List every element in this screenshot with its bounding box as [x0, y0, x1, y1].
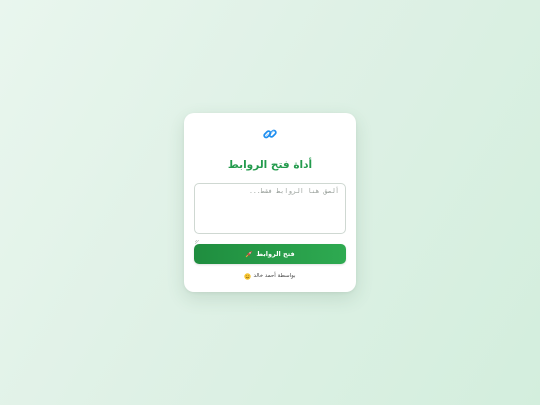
open-links-button-label: فتح الروابط	[256, 250, 295, 258]
page-title: أداة فتح الروابط	[227, 159, 313, 171]
open-links-button[interactable]: فتح الروابط	[194, 244, 346, 264]
link-opener-card: أداة فتح الروابط فتح الروابط بواسطة أحمد…	[184, 113, 356, 292]
credit-text: بواسطة أحمد خالد	[253, 273, 296, 279]
logo	[184, 127, 356, 145]
link-icon	[262, 126, 278, 146]
rocket-icon	[245, 250, 253, 258]
smile-icon	[244, 272, 252, 280]
resize-grip-icon[interactable]	[194, 229, 200, 245]
links-textarea[interactable]	[194, 183, 346, 234]
credit: بواسطة أحمد خالد	[184, 272, 356, 280]
